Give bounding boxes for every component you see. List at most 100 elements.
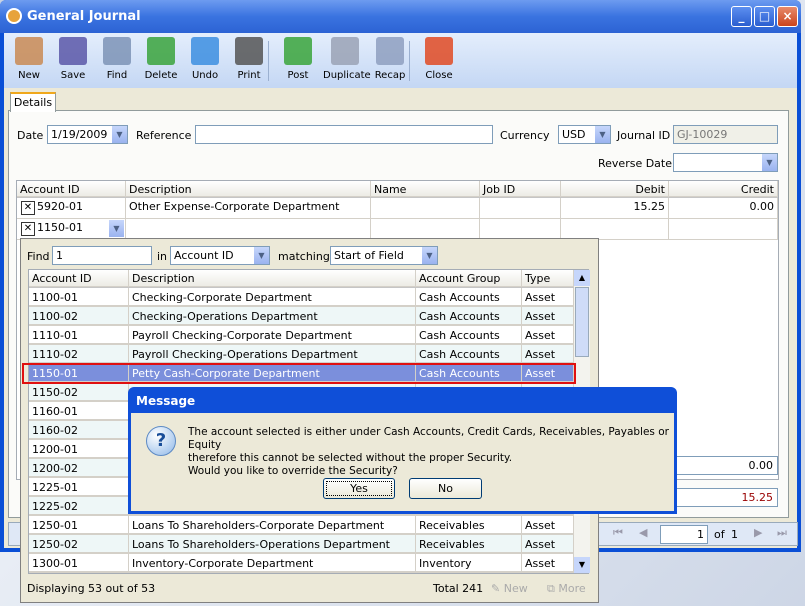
account-id-cell[interactable]: 1250-01 xyxy=(29,516,129,534)
chevron-down-icon[interactable]: ▼ xyxy=(111,126,127,143)
reference-input[interactable] xyxy=(195,125,493,144)
type-cell[interactable]: Asset xyxy=(522,554,574,572)
toolbar-post-button[interactable]: Post xyxy=(276,33,320,88)
debit-cell[interactable] xyxy=(561,219,669,240)
scroll-up-icon[interactable]: ▲ xyxy=(574,270,590,286)
description-cell[interactable]: Checking-Corporate Department xyxy=(129,288,416,306)
col-job-id[interactable]: Job ID xyxy=(480,181,561,197)
table-row[interactable]: 5920-01 Other Expense-Corporate Departme… xyxy=(17,198,778,219)
account-group-cell[interactable]: Inventory xyxy=(416,554,522,572)
currency-select[interactable]: USD ▼ xyxy=(558,125,611,144)
type-cell[interactable]: Asset xyxy=(522,326,574,344)
date-field[interactable]: 1/19/2009 ▼ xyxy=(47,125,128,144)
lookup-row[interactable]: 1250-02 Loans To Shareholders-Operations … xyxy=(29,535,574,554)
search-field-select[interactable]: Account ID ▼ xyxy=(170,246,270,265)
lookup-row[interactable]: 1110-02 Payroll Checking-Operations Depar… xyxy=(29,345,574,364)
toolbar-close-button[interactable]: Close xyxy=(417,33,461,88)
lookup-row[interactable]: 1100-01 Checking-Corporate Department Cash… xyxy=(29,288,574,307)
type-cell[interactable]: Asset xyxy=(522,307,574,325)
account-group-cell[interactable]: Cash Accounts xyxy=(416,345,522,363)
toolbar-recap-button[interactable]: Recap xyxy=(368,33,412,88)
chevron-down-icon[interactable]: ▼ xyxy=(594,126,610,143)
account-id-cell[interactable]: 1200-01 xyxy=(29,440,129,458)
col-account-id[interactable]: Account ID xyxy=(17,181,126,197)
job-id-cell[interactable] xyxy=(480,219,561,240)
account-id-cell[interactable]: 1300-01 xyxy=(29,554,129,572)
account-id-cell[interactable]: 1100-01 xyxy=(29,288,129,306)
account-group-cell[interactable]: Cash Accounts xyxy=(416,326,522,344)
page-input[interactable]: 1 xyxy=(660,525,708,544)
col-description[interactable]: Description xyxy=(126,181,371,197)
col-debit[interactable]: Debit xyxy=(561,181,669,197)
type-cell[interactable]: Asset xyxy=(522,288,574,306)
new-button[interactable]: ✎ New xyxy=(491,582,528,595)
toolbar-find-button[interactable]: Find xyxy=(95,33,139,88)
find-input[interactable]: 1 xyxy=(52,246,152,265)
col-account-group[interactable]: Account Group xyxy=(416,270,522,287)
toolbar-print-button[interactable]: Print xyxy=(227,33,271,88)
toolbar-duplicate-button[interactable]: Duplicate xyxy=(323,33,371,88)
account-id-cell[interactable]: 1150-02 xyxy=(29,383,129,401)
account-group-cell[interactable]: Cash Accounts xyxy=(416,307,522,325)
col-name[interactable]: Name xyxy=(371,181,480,197)
lookup-row[interactable]: 1250-01 Loans To Shareholders-Corporate D… xyxy=(29,516,574,535)
col-account-id[interactable]: Account ID xyxy=(29,270,129,287)
tab-details[interactable]: Details xyxy=(10,92,56,112)
lookup-row[interactable]: 1100-02 Checking-Operations Department Cas… xyxy=(29,307,574,326)
account-id-cell[interactable]: 1200-02 xyxy=(29,459,129,477)
account-id-cell[interactable]: 1160-02 xyxy=(29,421,129,439)
scroll-thumb[interactable] xyxy=(575,287,589,357)
chevron-down-icon[interactable]: ▼ xyxy=(761,154,777,171)
maximize-button[interactable]: □ xyxy=(754,6,775,27)
name-cell[interactable] xyxy=(371,219,480,240)
reverse-date-field[interactable]: ▼ xyxy=(673,153,778,172)
account-id-cell[interactable]: 1225-02 xyxy=(29,497,129,515)
account-group-cell[interactable]: Receivables xyxy=(416,535,522,553)
delete-row-icon[interactable]: ✕ xyxy=(21,201,35,215)
delete-row-icon[interactable]: ✕ xyxy=(21,222,35,236)
credit-cell[interactable]: 0.00 xyxy=(669,198,778,219)
description-cell[interactable]: Loans To Shareholders-Corporate Departme… xyxy=(129,516,416,534)
col-credit[interactable]: Credit xyxy=(669,181,778,197)
no-button[interactable]: No xyxy=(409,478,482,499)
col-type[interactable]: Type xyxy=(522,270,574,287)
account-id-cell[interactable]: 1250-02 xyxy=(29,535,129,553)
lookup-row[interactable]: 1300-01 Inventory-Corporate Department Inv… xyxy=(29,554,574,573)
type-cell[interactable]: Asset xyxy=(522,516,574,534)
chevron-down-icon[interactable]: ▼ xyxy=(253,247,269,264)
close-window-button[interactable]: × xyxy=(777,6,798,27)
account-id-cell[interactable]: 1110-02 xyxy=(29,345,129,363)
account-id-cell[interactable]: 1225-01 xyxy=(29,478,129,496)
toolbar-save-button[interactable]: Save xyxy=(51,33,95,88)
table-row[interactable]: 1150-01 ▼ ✕ xyxy=(17,219,778,240)
account-id-cell[interactable]: 1160-01 xyxy=(29,402,129,420)
description-cell[interactable]: Checking-Operations Department xyxy=(129,307,416,325)
col-description[interactable]: Description xyxy=(129,270,416,287)
name-cell[interactable] xyxy=(371,198,480,219)
scroll-down-icon[interactable]: ▼ xyxy=(574,557,590,573)
description-cell[interactable]: Loans To Shareholders-Operations Departm… xyxy=(129,535,416,553)
debit-cell[interactable]: 15.25 xyxy=(561,198,669,219)
type-cell[interactable]: Asset xyxy=(522,535,574,553)
toolbar-new-button[interactable]: New xyxy=(7,33,51,88)
first-page-icon[interactable]: ⏮ xyxy=(613,526,623,540)
description-cell[interactable]: Payroll Checking-Operations Department xyxy=(129,345,416,363)
description-cell[interactable] xyxy=(126,219,371,240)
type-cell[interactable]: Asset xyxy=(522,345,574,363)
last-page-icon[interactable]: ⏭ xyxy=(777,526,787,540)
prev-page-icon[interactable]: ◀ xyxy=(639,526,647,539)
description-cell[interactable]: Other Expense-Corporate Department xyxy=(126,198,371,219)
description-cell[interactable]: Inventory-Corporate Department xyxy=(129,554,416,572)
title-bar[interactable]: General Journal _ □ × xyxy=(0,0,801,33)
more-button[interactable]: ⧉ More xyxy=(547,582,586,596)
lookup-row[interactable]: 1110-01 Payroll Checking-Corporate Depart… xyxy=(29,326,574,345)
credit-cell[interactable] xyxy=(669,219,778,240)
yes-button[interactable]: Yes xyxy=(323,478,395,499)
chevron-down-icon[interactable]: ▼ xyxy=(108,220,124,237)
account-group-cell[interactable]: Cash Accounts xyxy=(416,288,522,306)
toolbar-undo-button[interactable]: Undo xyxy=(183,33,227,88)
chevron-down-icon[interactable]: ▼ xyxy=(421,247,437,264)
account-group-cell[interactable]: Receivables xyxy=(416,516,522,534)
account-id-cell[interactable]: 1100-02 xyxy=(29,307,129,325)
toolbar-delete-button[interactable]: Delete xyxy=(139,33,183,88)
